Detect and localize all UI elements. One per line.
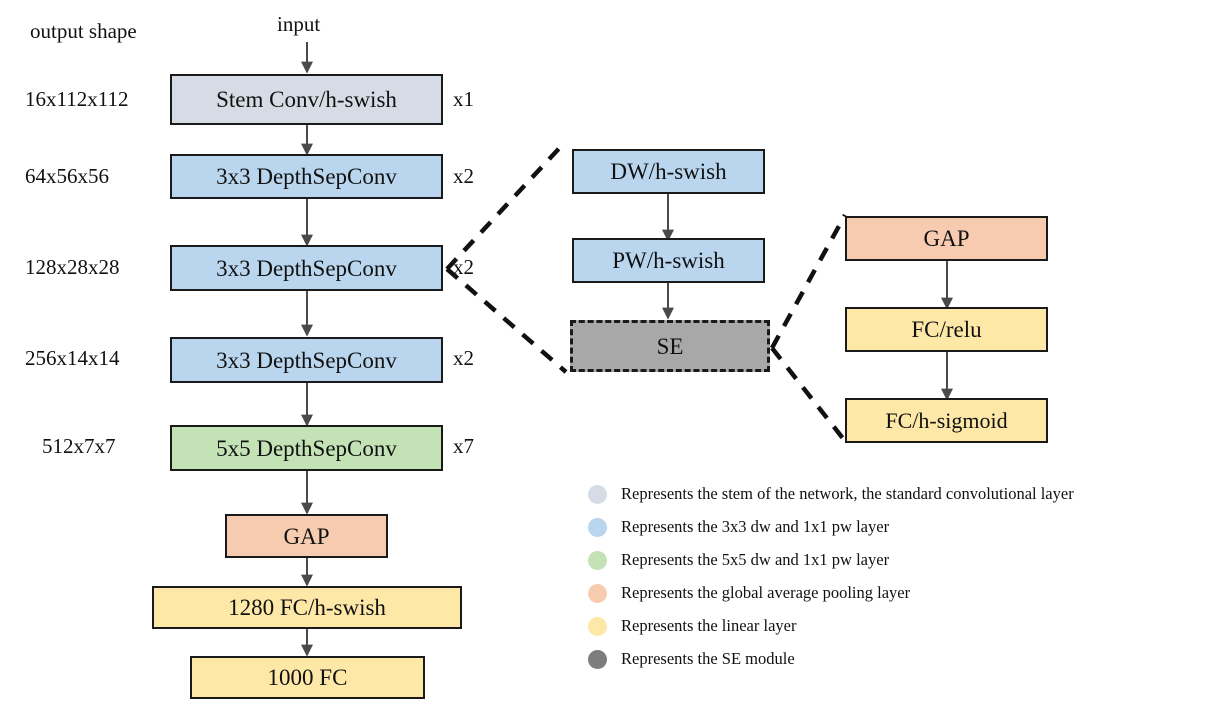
node-dw-hswish[interactable]: DW/h-swish: [572, 149, 765, 194]
node-pw-hswish[interactable]: PW/h-swish: [572, 238, 765, 283]
node-gap-main-label: GAP: [283, 523, 330, 549]
legend-item-stem: Represents the stem of the network, the …: [588, 478, 1224, 511]
shape-label-block4: 512x7x7: [42, 434, 116, 458]
legend-swatch-stem-icon: [588, 485, 607, 504]
legend-item-gray: Represents the SE module: [588, 643, 1224, 676]
node-depthsepconv-3[interactable]: 3x3 DepthSepConv: [170, 337, 443, 383]
node-pw-hswish-label: PW/h-swish: [612, 248, 725, 273]
node-gap-main[interactable]: GAP: [225, 514, 388, 558]
legend-item-blue: Represents the 3x3 dw and 1x1 pw layer: [588, 511, 1224, 544]
node-se-fc-hsigmoid-label: FC/h-sigmoid: [885, 407, 1008, 433]
legend-label-yellow: Represents the linear layer: [621, 616, 797, 636]
legend-item-green: Represents the 5x5 dw and 1x1 pw layer: [588, 544, 1224, 577]
node-stem-conv-label: Stem Conv/h-swish: [216, 87, 397, 112]
legend: Represents the stem of the network, the …: [588, 478, 1224, 676]
node-stem-conv[interactable]: Stem Conv/h-swish: [170, 74, 443, 125]
multiplier-stem: x1: [453, 87, 474, 111]
node-depthsepconv-1[interactable]: 3x3 DepthSepConv: [170, 154, 443, 199]
node-depthsepconv-5x5[interactable]: 5x5 DepthSepConv: [170, 425, 443, 471]
legend-swatch-green-icon: [588, 551, 607, 570]
node-dw-hswish-label: DW/h-swish: [610, 159, 727, 184]
legend-item-salmon: Represents the global average pooling la…: [588, 577, 1224, 610]
node-fc-1000-label: 1000 FC: [267, 665, 348, 690]
legend-swatch-yellow-icon: [588, 617, 607, 636]
network-architecture-diagram: output shape input 16x112x112 64x56x56 1…: [0, 0, 1224, 708]
node-se-fc-relu[interactable]: FC/relu: [845, 307, 1048, 352]
node-fc-1280[interactable]: 1280 FC/h-swish: [152, 586, 462, 629]
multiplier-block2: x2: [453, 255, 474, 279]
node-depthsepconv-1-label: 3x3 DepthSepConv: [216, 164, 397, 189]
legend-label-salmon: Represents the global average pooling la…: [621, 583, 911, 603]
legend-label-gray: Represents the SE module: [621, 649, 795, 669]
legend-swatch-blue-icon: [588, 518, 607, 537]
node-se-gap[interactable]: GAP: [845, 216, 1048, 261]
node-se-fc-hsigmoid[interactable]: FC/h-sigmoid: [845, 398, 1048, 443]
legend-label-blue: Represents the 3x3 dw and 1x1 pw layer: [621, 517, 890, 537]
dashed-expand-se-top: [770, 213, 847, 350]
shape-label-block2: 128x28x28: [25, 255, 120, 279]
legend-label-stem: Represents the stem of the network, the …: [621, 484, 1074, 504]
shape-label-block1: 64x56x56: [25, 164, 109, 188]
shape-label-block3: 256x14x14: [25, 346, 120, 370]
shape-label-stem: 16x112x112: [25, 87, 129, 111]
multiplier-block4: x7: [453, 434, 474, 458]
dashed-expand-block-top: [445, 139, 568, 271]
node-fc-1280-label: 1280 FC/h-swish: [228, 595, 386, 620]
node-se-module-label: SE: [656, 333, 684, 359]
node-se-fc-relu-label: FC/relu: [911, 317, 982, 342]
node-depthsepconv-3-label: 3x3 DepthSepConv: [216, 347, 397, 373]
dashed-expand-se-bottom: [770, 346, 847, 443]
multiplier-block1: x2: [453, 164, 474, 188]
node-depthsepconv-2[interactable]: 3x3 DepthSepConv: [170, 245, 443, 291]
legend-swatch-salmon-icon: [588, 584, 607, 603]
legend-item-yellow: Represents the linear layer: [588, 610, 1224, 643]
legend-label-green: Represents the 5x5 dw and 1x1 pw layer: [621, 550, 890, 570]
output-shape-axis-label: output shape: [30, 19, 137, 43]
node-se-module[interactable]: SE: [570, 320, 770, 372]
node-fc-1000[interactable]: 1000 FC: [190, 656, 425, 699]
node-depthsepconv-2-label: 3x3 DepthSepConv: [216, 255, 397, 281]
node-se-gap-label: GAP: [923, 226, 970, 251]
legend-swatch-gray-icon: [588, 650, 607, 669]
input-label: input: [277, 12, 321, 36]
node-depthsepconv-5x5-label: 5x5 DepthSepConv: [216, 435, 397, 461]
multiplier-block3: x2: [453, 346, 474, 370]
